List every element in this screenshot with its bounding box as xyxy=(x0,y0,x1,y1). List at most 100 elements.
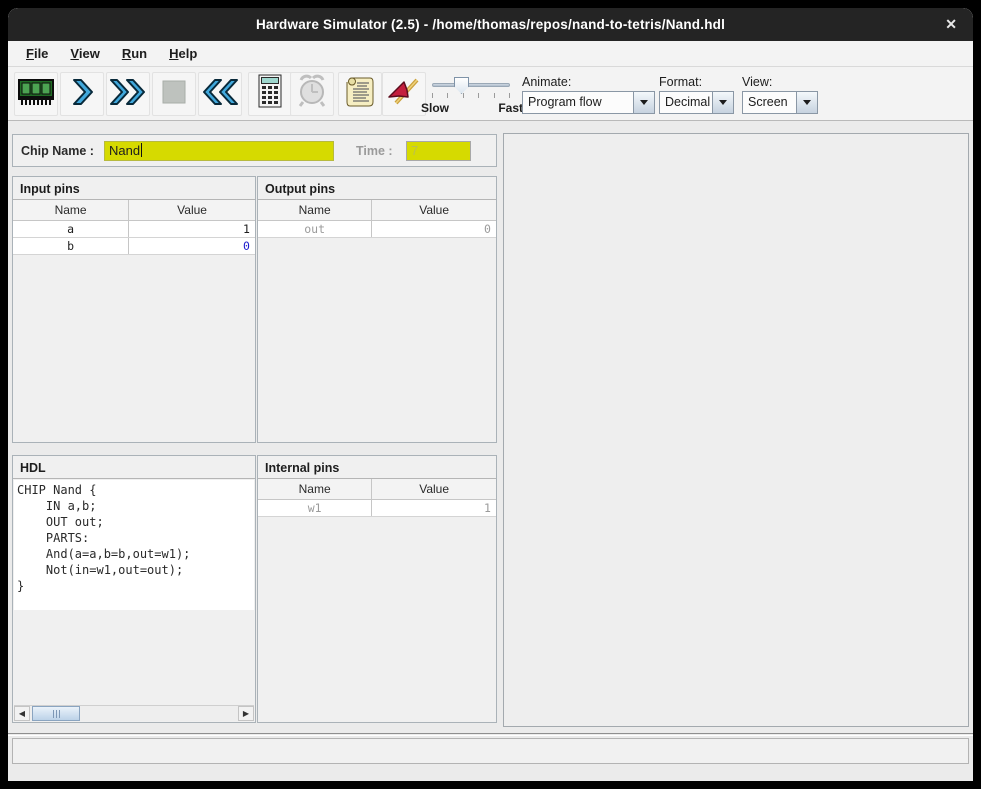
chip-name-input[interactable]: Nand xyxy=(104,141,334,161)
slider-thumb[interactable] xyxy=(454,77,469,94)
column-header-name: Name xyxy=(258,479,372,499)
hdl-horizontal-scrollbar[interactable]: ◀ ▶ xyxy=(14,705,254,721)
single-step-button[interactable] xyxy=(60,72,104,116)
hdl-code-line: OUT out; xyxy=(17,514,254,530)
pin-value: 1 xyxy=(372,500,496,516)
reset-button[interactable] xyxy=(198,72,242,116)
column-header-name: Name xyxy=(258,200,372,220)
status-separator xyxy=(8,733,973,736)
window-title: Hardware Simulator (2.5) - /home/thomas/… xyxy=(256,17,725,32)
scroll-document-icon xyxy=(344,74,376,115)
pin-name: b xyxy=(13,238,129,254)
input-pins-title: Input pins xyxy=(13,177,255,200)
hdl-code-line: } xyxy=(17,578,254,594)
toolbar: Slow Fast Animate: Program flow Format: … xyxy=(8,67,973,121)
scroll-left-icon[interactable]: ◀ xyxy=(14,706,30,721)
view-script-button[interactable] xyxy=(338,72,382,116)
column-header-value: Value xyxy=(372,479,496,499)
pin-name: a xyxy=(13,221,129,237)
close-icon[interactable]: ✕ xyxy=(945,8,957,41)
slider-slow-label: Slow xyxy=(421,101,449,115)
output-pins-table: Name Value out 0 xyxy=(258,200,496,238)
chip-display-panel xyxy=(503,133,969,727)
time-value: 7 xyxy=(411,143,418,158)
format-select-value: Decimal xyxy=(660,92,712,113)
view-group: View: Screen xyxy=(742,75,818,114)
speed-slider[interactable]: Slow Fast xyxy=(423,72,519,116)
chevron-down-icon[interactable] xyxy=(633,92,654,113)
column-header-name: Name xyxy=(13,200,129,220)
rewind-icon xyxy=(200,76,240,113)
text-cursor xyxy=(141,143,142,157)
scroll-right-icon[interactable]: ▶ xyxy=(238,706,254,721)
output-pins-title: Output pins xyxy=(258,177,496,200)
input-pins-panel: Input pins Name Value a 1 b 0 xyxy=(12,176,256,443)
column-header-value: Value xyxy=(129,200,255,220)
table-header-row: Name Value xyxy=(258,200,496,221)
view-label: View: xyxy=(742,75,818,89)
load-chip-button[interactable] xyxy=(14,72,58,116)
stop-icon xyxy=(160,78,188,111)
menu-run[interactable]: Run xyxy=(114,43,155,64)
table-row: a 1 xyxy=(13,221,255,238)
calculator-button[interactable] xyxy=(248,72,292,116)
pin-name: out xyxy=(258,221,372,237)
table-row: w1 1 xyxy=(258,500,496,517)
menu-help[interactable]: Help xyxy=(161,43,205,64)
format-group: Format: Decimal xyxy=(659,75,734,114)
hdl-code-view[interactable]: CHIP Nand { IN a,b; OUT out; PARTS: And(… xyxy=(14,480,254,610)
table-row: b 0 xyxy=(13,238,255,255)
step-forward-icon xyxy=(67,76,97,113)
hdl-code-line: CHIP Nand { xyxy=(17,482,254,498)
internal-pins-panel: Internal pins Name Value w1 1 xyxy=(257,455,497,723)
menu-bar: File View Run Help xyxy=(8,41,973,67)
slider-track[interactable] xyxy=(432,83,510,87)
chip-name-label: Chip Name : xyxy=(21,144,94,158)
calculator-icon xyxy=(255,74,285,115)
slider-ticks xyxy=(432,93,510,99)
chevron-down-icon[interactable] xyxy=(796,92,817,113)
hdl-code-line: Not(in=w1,out=out); xyxy=(17,562,254,578)
chip-name-panel: Chip Name : Nand Time : 7 xyxy=(12,134,497,167)
run-button[interactable] xyxy=(106,72,150,116)
hdl-code-line: PARTS: xyxy=(17,530,254,546)
menu-file[interactable]: File xyxy=(18,43,56,64)
hdl-code-line: IN a,b; xyxy=(17,498,254,514)
status-bar xyxy=(12,738,969,764)
stop-button[interactable] xyxy=(152,72,196,116)
time-label: Time : xyxy=(356,144,393,158)
chip-name-value: Nand xyxy=(109,143,140,158)
format-label: Format: xyxy=(659,75,734,89)
fast-forward-icon xyxy=(108,76,148,113)
view-select-value: Screen xyxy=(743,92,796,113)
input-pins-table: Name Value a 1 b 0 xyxy=(13,200,255,255)
clock-button[interactable] xyxy=(290,72,334,116)
table-header-row: Name Value xyxy=(13,200,255,221)
format-select[interactable]: Decimal xyxy=(659,91,734,114)
animate-label: Animate: xyxy=(522,75,655,89)
hdl-title: HDL xyxy=(13,456,255,479)
pin-value[interactable]: 1 xyxy=(129,221,255,237)
pin-name: w1 xyxy=(258,500,372,516)
breakpoints-button[interactable] xyxy=(382,72,426,116)
view-select[interactable]: Screen xyxy=(742,91,818,114)
alarm-clock-icon xyxy=(295,74,329,115)
menu-view[interactable]: View xyxy=(62,43,107,64)
hdl-panel: HDL CHIP Nand { IN a,b; OUT out; PARTS: … xyxy=(12,455,256,723)
animate-select-value: Program flow xyxy=(523,92,633,113)
internal-pins-table: Name Value w1 1 xyxy=(258,479,496,517)
slider-fast-label: Fast xyxy=(498,101,523,115)
chevron-down-icon[interactable] xyxy=(712,92,733,113)
table-row: out 0 xyxy=(258,221,496,238)
scrollbar-thumb[interactable] xyxy=(32,706,80,721)
app-window: Hardware Simulator (2.5) - /home/thomas/… xyxy=(8,8,973,781)
animate-select[interactable]: Program flow xyxy=(522,91,655,114)
hdl-code-line: And(a=a,b=b,out=w1); xyxy=(17,546,254,562)
pin-value[interactable]: 0 xyxy=(129,238,255,254)
memory-chip-icon xyxy=(17,77,55,112)
table-header-row: Name Value xyxy=(258,479,496,500)
time-field: 7 xyxy=(406,141,471,161)
internal-pins-title: Internal pins xyxy=(258,456,496,479)
pin-value: 0 xyxy=(372,221,496,237)
title-bar[interactable]: Hardware Simulator (2.5) - /home/thomas/… xyxy=(8,8,973,41)
